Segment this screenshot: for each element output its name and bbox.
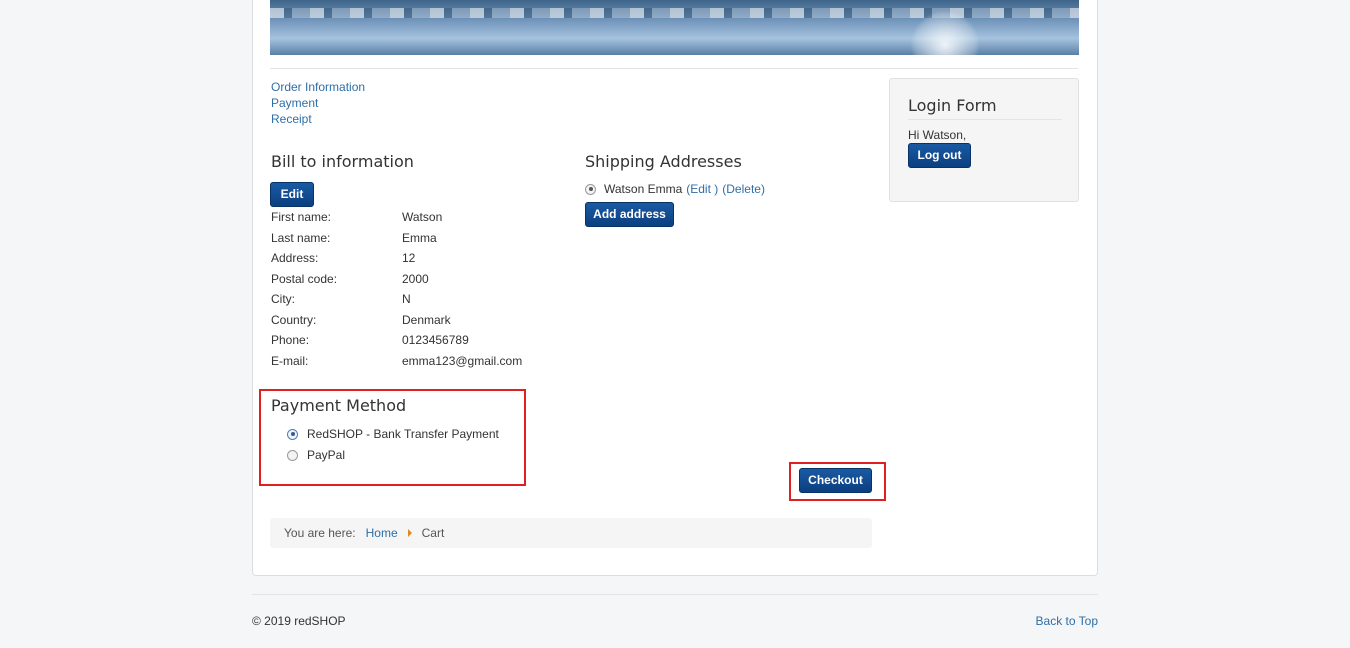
- payment-radio[interactable]: [287, 449, 298, 461]
- billing-value: Emma: [402, 230, 437, 245]
- back-to-top-link[interactable]: Back to Top: [1036, 614, 1098, 628]
- billing-label: City:: [271, 292, 295, 307]
- billing-value: N: [402, 292, 411, 307]
- payment-option-label: RedSHOP - Bank Transfer Payment: [307, 427, 499, 441]
- breadcrumb-prefix: You are here:: [284, 526, 356, 540]
- billing-label: E-mail:: [271, 353, 309, 368]
- shipping-address-entry: Watson Emma (Edit ) (Delete): [585, 182, 765, 196]
- billing-value: 12: [402, 251, 416, 266]
- login-form-title: Login Form: [908, 96, 997, 115]
- footer-divider: [252, 594, 1098, 595]
- billing-value: Denmark: [402, 312, 451, 327]
- header-divider: [270, 68, 1078, 69]
- checkout-steps: Order Information Payment Receipt: [271, 79, 365, 127]
- breadcrumb-current: Cart: [421, 526, 445, 540]
- breadcrumb-separator-icon: [407, 529, 412, 537]
- edit-shipping-address-link[interactable]: (Edit ): [686, 182, 718, 196]
- billing-info-table: First name: Watson Last name: Emma Address…: [271, 207, 522, 371]
- step-order-information-link[interactable]: Order Information: [271, 79, 365, 95]
- billing-row: Phone: 0123456789: [271, 330, 522, 351]
- billing-row: Address: 12: [271, 248, 522, 269]
- billing-label: First name:: [271, 210, 332, 225]
- shipping-address-radio[interactable]: [585, 183, 596, 195]
- billing-label: Country:: [271, 312, 317, 327]
- billing-row: Last name: Emma: [271, 228, 522, 249]
- payment-option-label: PayPal: [307, 448, 346, 462]
- billing-label: Phone:: [271, 333, 310, 348]
- breadcrumb: You are here: Home Cart: [270, 518, 872, 548]
- billing-row: City: N: [271, 289, 522, 310]
- delete-shipping-address-link[interactable]: (Delete): [722, 182, 765, 196]
- billing-row: First name: Watson: [271, 207, 522, 228]
- billing-row: E-mail: emma123@gmail.com: [271, 351, 522, 372]
- step-receipt-link[interactable]: Receipt: [271, 111, 365, 127]
- billing-value: emma123@gmail.com: [402, 353, 523, 368]
- shipping-address-name: Watson Emma: [604, 182, 683, 196]
- billing-value: Watson: [402, 210, 443, 225]
- login-form-panel: Login Form Hi Watson, Log out: [889, 78, 1079, 202]
- login-form-divider: [908, 119, 1062, 120]
- billing-value: 2000: [402, 271, 429, 286]
- billing-value: 0123456789: [402, 333, 469, 348]
- step-payment-link[interactable]: Payment: [271, 95, 365, 111]
- billing-label: Address:: [271, 251, 319, 266]
- billing-label: Last name:: [271, 230, 331, 245]
- shipping-addresses-heading: Shipping Addresses: [585, 152, 742, 171]
- footer-copyright: © 2019 redSHOP: [252, 614, 346, 628]
- payment-method-heading: Payment Method: [271, 396, 407, 415]
- breadcrumb-home-link[interactable]: Home: [366, 526, 398, 540]
- billing-row: Postal code: 2000: [271, 269, 522, 290]
- payment-radio-selected[interactable]: [287, 428, 298, 440]
- logout-button[interactable]: Log out: [908, 143, 971, 168]
- header-banner-image: [270, 0, 1079, 55]
- checkout-button[interactable]: Checkout: [799, 468, 872, 493]
- edit-billing-button[interactable]: Edit: [270, 182, 314, 207]
- billing-row: Country: Denmark: [271, 310, 522, 331]
- billing-label: Postal code:: [271, 271, 338, 286]
- bill-to-heading: Bill to information: [271, 152, 414, 171]
- payment-option-paypal[interactable]: PayPal: [287, 448, 345, 462]
- payment-option-bank-transfer[interactable]: RedSHOP - Bank Transfer Payment: [287, 427, 499, 441]
- login-greeting: Hi Watson,: [908, 128, 967, 142]
- add-address-button[interactable]: Add address: [585, 202, 674, 227]
